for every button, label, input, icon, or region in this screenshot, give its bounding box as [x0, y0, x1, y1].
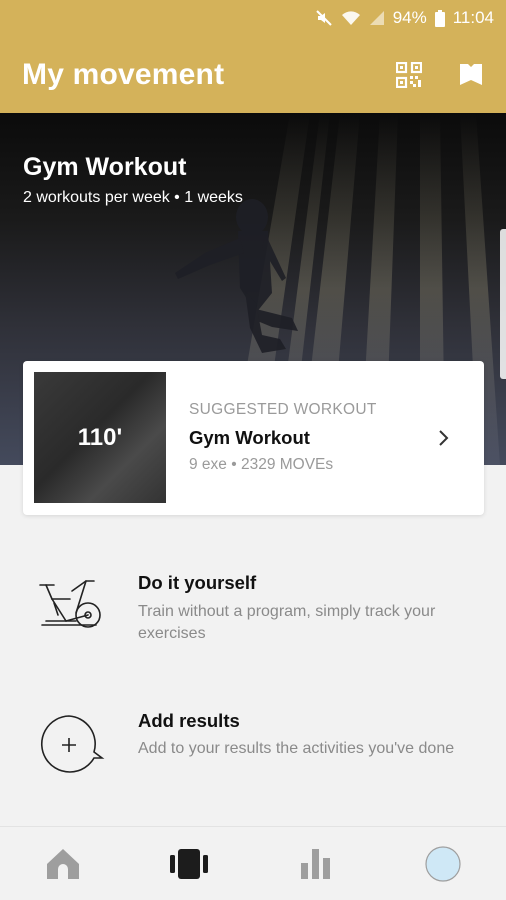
nav-home[interactable]	[0, 827, 126, 900]
scrollbar[interactable]	[500, 229, 506, 379]
bookmark-icon[interactable]	[458, 62, 484, 88]
profile-avatar	[425, 846, 461, 882]
do-it-yourself-option[interactable]: Do it yourself Train without a program, …	[0, 545, 506, 655]
stats-icon	[301, 849, 330, 879]
workout-thumbnail: 110'	[34, 372, 166, 503]
workout-icon	[170, 849, 208, 879]
program-title: Gym Workout	[23, 153, 187, 181]
chevron-right-icon	[439, 430, 449, 446]
option-description: Train without a program, simply track yo…	[138, 603, 436, 642]
battery-percent: 94%	[392, 8, 427, 27]
app-bar: My movement	[0, 36, 506, 113]
qr-code-icon[interactable]	[396, 61, 422, 88]
wifi-icon	[341, 11, 360, 25]
program-subtitle: 2 workouts per week • 1 weeks	[23, 189, 243, 206]
clock: 11:04	[452, 8, 494, 27]
workout-title: Gym Workout	[189, 427, 310, 448]
mute-icon	[315, 10, 332, 26]
page-title: My movement	[22, 57, 225, 91]
add-results-option[interactable]: Add results Add to your results the acti…	[0, 682, 506, 792]
bottom-navigation	[0, 826, 506, 900]
suggested-label: SUGGESTED WORKOUT	[189, 401, 377, 418]
signal-icon	[369, 11, 384, 25]
nav-stats[interactable]	[253, 827, 379, 900]
exercise-bike-icon	[39, 580, 101, 628]
workout-duration: 110'	[77, 423, 123, 451]
option-description: Add to your results the activities you'v…	[138, 740, 455, 757]
workout-meta: 9 exe • 2329 MOVEs	[189, 456, 334, 473]
add-results-icon	[40, 715, 105, 773]
option-title: Add results	[138, 710, 240, 731]
nav-workout[interactable]	[126, 827, 252, 900]
suggested-workout-card[interactable]: 110' SUGGESTED WORKOUT Gym Workout 9 exe…	[23, 361, 484, 515]
option-title: Do it yourself	[138, 572, 257, 593]
home-icon	[47, 849, 79, 879]
status-bar: 94% 11:04	[0, 0, 506, 36]
battery-icon	[434, 9, 445, 27]
nav-profile[interactable]	[380, 827, 506, 900]
